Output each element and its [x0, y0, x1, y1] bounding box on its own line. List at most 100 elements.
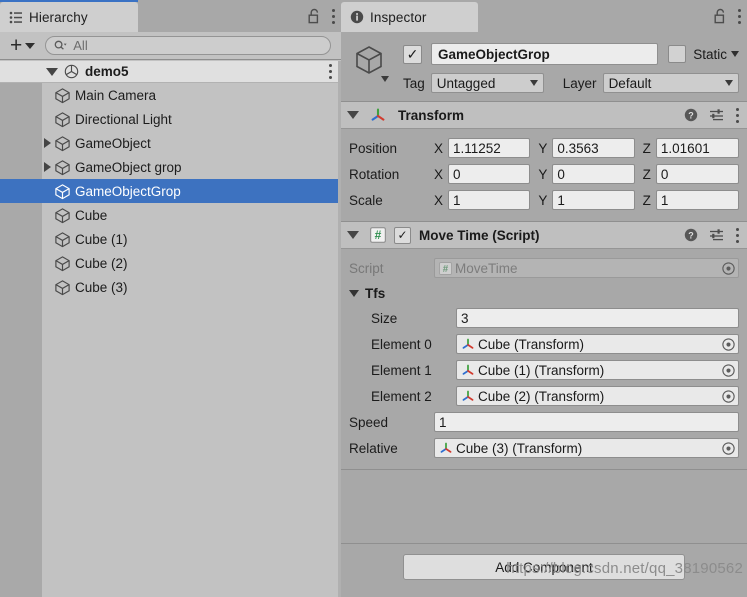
field-foldout-tfs[interactable]: Tfs [349, 281, 739, 305]
create-gameobject-button[interactable]: + [6, 35, 39, 57]
kebab-menu-icon[interactable] [331, 7, 335, 25]
field-object-value: Cube (2) (Transform) [478, 388, 605, 404]
transform-row-label: Rotation [349, 166, 400, 182]
gameobject-name-field[interactable]: GameObjectGrop [431, 43, 659, 65]
field-object-element-1[interactable]: Cube (1) (Transform) [456, 360, 739, 380]
object-picker-icon[interactable] [721, 337, 736, 352]
transform-position-z-input[interactable]: 1.01601 [655, 138, 739, 158]
axis-label-z: Z [642, 166, 651, 182]
transform-row-rotation: Rotation X 0 Y 0 Z 0 [349, 161, 739, 187]
preset-sliders-icon[interactable] [709, 108, 724, 122]
hierarchy-item-cube[interactable]: Cube [0, 203, 341, 227]
transform-scale-y-input[interactable]: 1 [552, 190, 635, 210]
field-row-element-0: Element 0 Cube (Transform) [349, 331, 739, 357]
tag-layer-row: Tag Untagged Layer Default [403, 72, 739, 94]
move-time-title: Move Time (Script) [419, 227, 540, 243]
script-foldout-icon[interactable] [347, 231, 359, 239]
scene-foldout-icon[interactable] [46, 67, 58, 76]
svg-text:#: # [375, 228, 382, 242]
field-object-value: Cube (Transform) [478, 336, 585, 352]
gameobject-icon-dropdown-icon[interactable] [381, 76, 389, 82]
hierarchy-item-directional-light[interactable]: Directional Light [0, 107, 341, 131]
check-icon: ✓ [397, 228, 408, 242]
search-input-placeholder: All [73, 38, 88, 53]
field-foldout-label: Tfs [365, 285, 386, 301]
transform-rotation-y-input[interactable]: 0 [552, 164, 635, 184]
transform-position-y-input[interactable]: 0.3563 [552, 138, 635, 158]
hierarchy-item-main-camera[interactable]: Main Camera [0, 83, 341, 107]
field-input-speed[interactable]: 1 [434, 412, 739, 432]
hierarchy-item-gameobjectgrop[interactable]: GameObjectGrop [0, 179, 341, 203]
axis-label-x: X [434, 192, 444, 208]
gameobject-cube-icon [54, 87, 71, 104]
scene-kebab-menu-icon[interactable] [328, 63, 332, 81]
preset-sliders-icon[interactable] [709, 228, 724, 242]
search-input[interactable]: All [45, 36, 331, 55]
component-transform: Transform ? Position X 1.11252 Y 0.3563 … [341, 102, 747, 222]
gameobject-enabled-checkbox[interactable]: ✓ [403, 44, 422, 64]
transform-row-position: Position X 1.11252 Y 0.3563 Z 1.01601 [349, 135, 739, 161]
axis-label-z: Z [642, 192, 651, 208]
field-object-relative[interactable]: Cube (3) (Transform) [434, 438, 739, 458]
transform-scale-x-input[interactable]: 1 [448, 190, 531, 210]
unlocked-padlock-icon[interactable] [308, 8, 321, 24]
axis-label-z: Z [642, 140, 651, 156]
gameobject-cube-icon [54, 231, 71, 248]
static-dropdown-icon[interactable] [731, 51, 739, 57]
object-picker-icon[interactable] [721, 363, 736, 378]
hierarchy-item-list: Main Camera Directional Light GameObject Ga… [0, 83, 341, 299]
field-row-size: Size 3 [349, 305, 739, 331]
hierarchy-item-cube-1[interactable]: Cube (1) [0, 227, 341, 251]
object-picker-icon[interactable] [721, 261, 736, 276]
kebab-menu-icon[interactable] [737, 7, 741, 25]
static-checkbox[interactable] [668, 45, 687, 63]
field-label: Script [349, 260, 384, 276]
hierarchy-item-label: GameObject grop [75, 159, 182, 175]
field-object-script[interactable]: # MoveTime [434, 258, 739, 278]
transform-position-y: Y 0.3563 [538, 138, 635, 158]
csharp-script-icon: # [370, 227, 386, 243]
chevron-down-icon [349, 289, 359, 297]
hierarchy-item-cube-2[interactable]: Cube (2) [0, 251, 341, 275]
tab-hierarchy-label: Hierarchy [29, 9, 88, 25]
help-question-icon[interactable]: ? [684, 108, 698, 122]
hierarchy-item-gameobject[interactable]: GameObject [0, 131, 341, 155]
transform-foldout-icon[interactable] [347, 111, 359, 119]
object-picker-icon[interactable] [721, 441, 736, 456]
unity-scene-icon [64, 64, 79, 79]
tag-dropdown[interactable]: Untagged [430, 73, 544, 93]
move-time-component-header[interactable]: # ✓ Move Time (Script) ? [341, 222, 747, 249]
transform-gizmo-icon [461, 363, 475, 377]
field-input-size[interactable]: 3 [456, 308, 739, 328]
transform-component-header[interactable]: Transform ? [341, 102, 747, 129]
csharp-script-icon: # [439, 261, 452, 275]
transform-row-label: Position [349, 140, 398, 156]
field-object-element-0[interactable]: Cube (Transform) [456, 334, 739, 354]
transform-scale-z-input[interactable]: 1 [655, 190, 739, 210]
transform-rotation-z-input[interactable]: 0 [655, 164, 739, 184]
help-question-icon[interactable]: ? [684, 228, 698, 242]
field-label: Size [371, 310, 398, 326]
object-picker-icon[interactable] [721, 389, 736, 404]
transform-rotation-x-input[interactable]: 0 [448, 164, 531, 184]
unlocked-padlock-icon[interactable] [714, 8, 727, 24]
script-enabled-checkbox[interactable]: ✓ [394, 226, 411, 244]
tab-hierarchy[interactable]: Hierarchy [0, 0, 138, 32]
transform-gizmo-icon [461, 389, 475, 403]
gameobject-cube-icon [54, 111, 71, 128]
svg-text:?: ? [688, 111, 694, 121]
field-object-element-2[interactable]: Cube (2) (Transform) [456, 386, 739, 406]
hierarchy-item-foldout[interactable] [40, 138, 54, 148]
hierarchy-item-gameobject-grop[interactable]: GameObject grop [0, 155, 341, 179]
kebab-menu-icon[interactable] [735, 106, 739, 124]
transform-rotation-x: X0 [434, 164, 531, 184]
hierarchy-item-cube-3[interactable]: Cube (3) [0, 275, 341, 299]
tab-inspector[interactable]: Inspector [341, 2, 478, 32]
scene-row-demo5[interactable]: demo5 [0, 61, 341, 83]
transform-position-x-input[interactable]: 1.11252 [448, 138, 531, 158]
kebab-menu-icon[interactable] [735, 226, 739, 244]
hierarchy-item-foldout[interactable] [40, 162, 54, 172]
layer-dropdown[interactable]: Default [602, 73, 739, 93]
transform-header-actions: ? [684, 106, 739, 124]
hierarchy-tabbar: Hierarchy [0, 0, 341, 32]
